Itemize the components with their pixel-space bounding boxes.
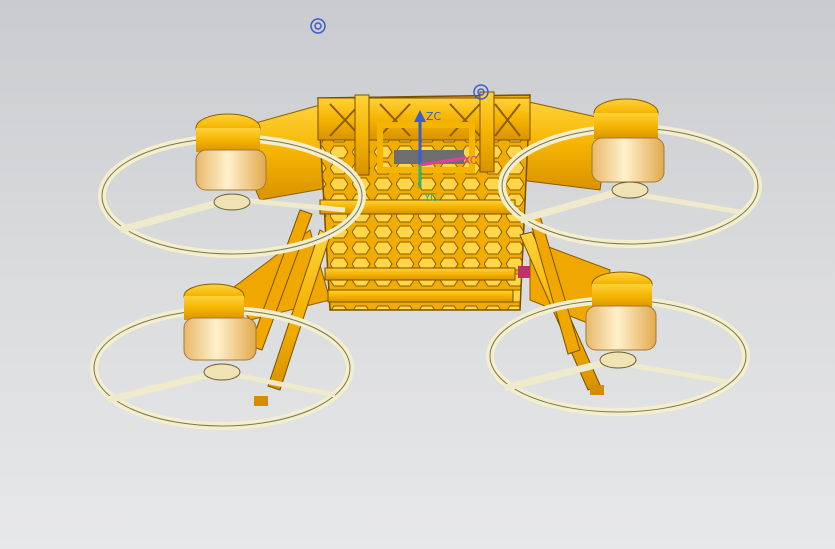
datum-point-icon[interactable] [310, 18, 326, 34]
rotor-bottom-right[interactable] [486, 271, 750, 416]
selection-marker-icon[interactable] [518, 266, 530, 278]
y-axis-label: YC [423, 191, 438, 204]
drone-model-scene[interactable]: ZC XC YC [0, 0, 835, 549]
rotor-bottom-left[interactable] [90, 283, 354, 430]
z-axis-label: ZC [426, 110, 442, 123]
x-axis-label: XC [463, 154, 478, 167]
graphics-viewport[interactable]: ZC XC YC [0, 0, 835, 549]
